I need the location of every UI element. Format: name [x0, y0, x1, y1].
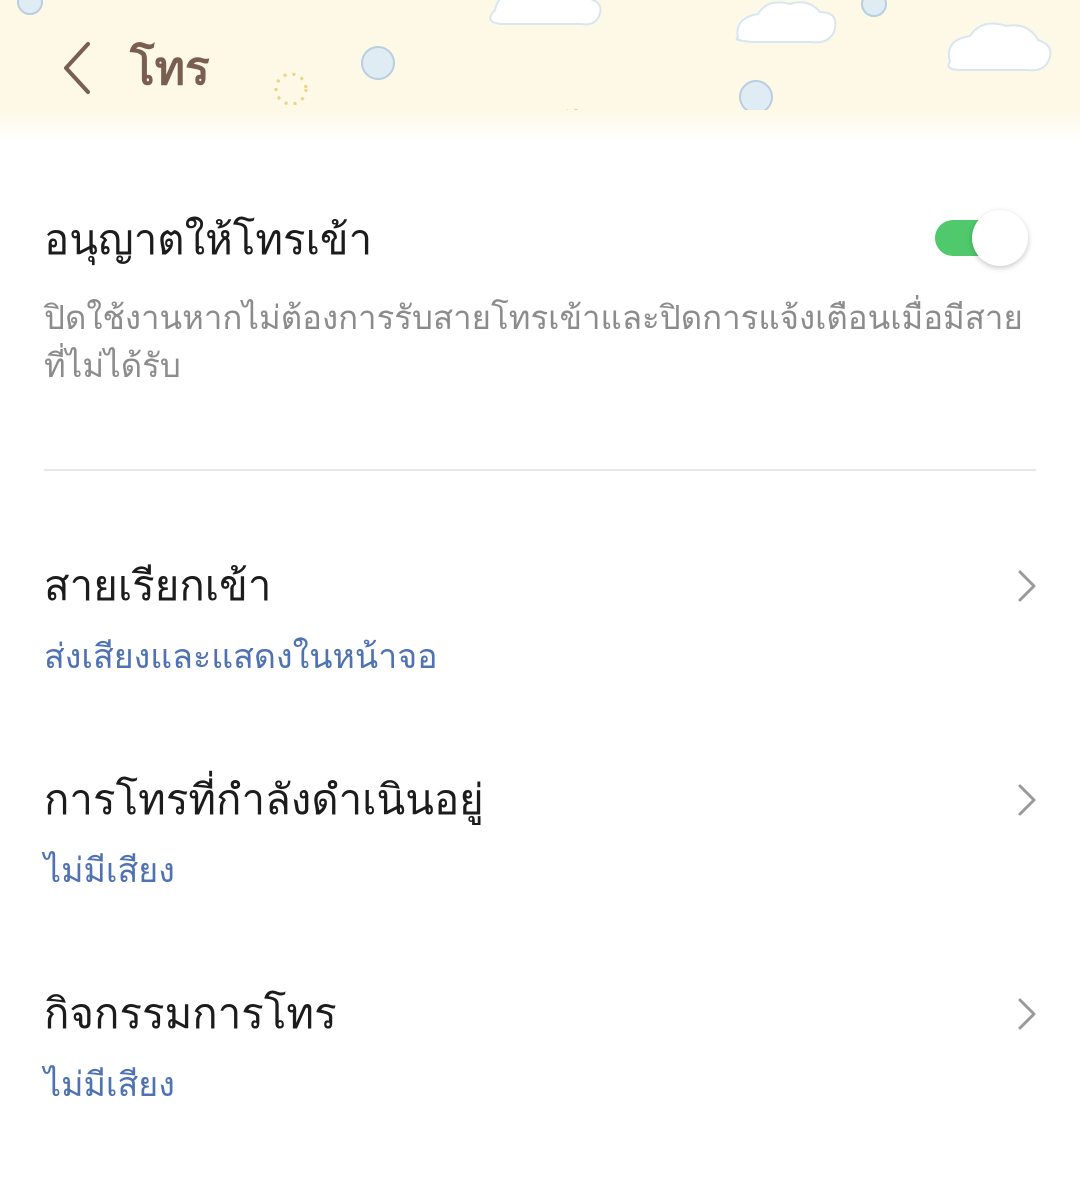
chevron-right-icon	[1018, 998, 1036, 1030]
chevron-right-icon	[1018, 784, 1036, 816]
chevron-left-icon	[64, 42, 90, 94]
incoming-calls-row[interactable]: สายเรียกเข้า ส่งเสียงและแสดงในหน้าจอ	[0, 556, 1080, 726]
header-bar: โทร	[0, 0, 1080, 142]
call-activity-row[interactable]: กิจกรรมการโทร ไม่มีเสียง	[0, 984, 1080, 1154]
call-activity-value: ไม่มีเสียง	[44, 1065, 175, 1105]
allow-calls-row: อนุญาตให้โทรเข้า ปิดใช้งานหากไม่ต้องการร…	[0, 190, 1080, 420]
toggle-knob	[972, 210, 1028, 266]
allow-calls-description: ปิดใช้งานหากไม่ต้องการรับสายโทรเข้าและปิ…	[44, 298, 1023, 385]
header-fade	[0, 110, 1080, 142]
page-title: โทร	[130, 41, 210, 95]
incoming-calls-label: สายเรียกเข้า	[44, 561, 272, 610]
section-divider	[44, 469, 1036, 471]
chevron-right-icon	[1018, 570, 1036, 602]
ongoing-calls-value: ไม่มีเสียง	[44, 851, 175, 891]
ongoing-calls-label: การโทรที่กำลังดำเนินอยู่	[44, 775, 484, 824]
incoming-calls-value: ส่งเสียงและแสดงในหน้าจอ	[44, 637, 438, 677]
call-activity-label: กิจกรรมการโทร	[44, 989, 337, 1038]
ongoing-calls-row[interactable]: การโทรที่กำลังดำเนินอยู่ ไม่มีเสียง	[0, 770, 1080, 940]
back-button[interactable]	[44, 30, 108, 106]
allow-calls-label: อนุญาตให้โทรเข้า	[44, 215, 373, 264]
allow-calls-toggle[interactable]	[932, 210, 1030, 266]
